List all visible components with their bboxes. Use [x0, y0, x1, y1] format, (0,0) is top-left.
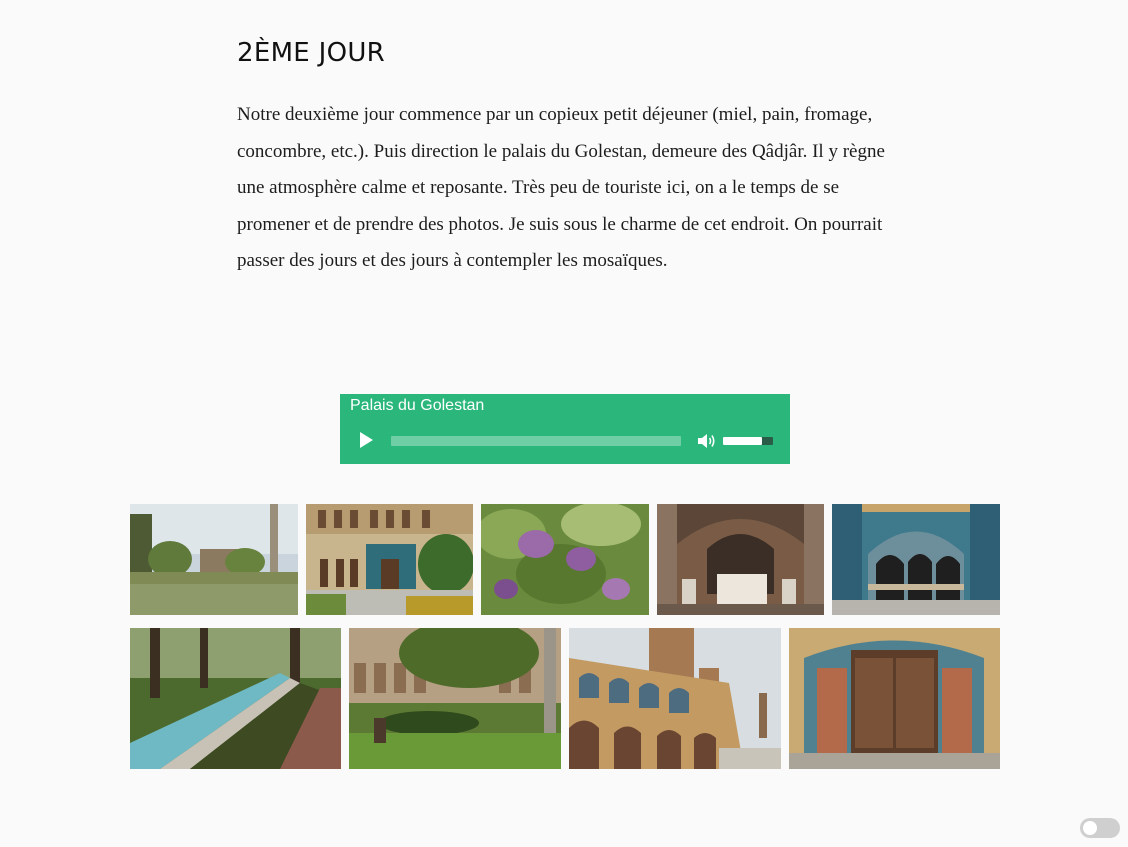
palace-facade-photo[interactable]	[306, 504, 473, 615]
audio-title: Palais du Golestan	[350, 397, 485, 414]
carved-throne-hall-photo[interactable]	[657, 504, 824, 615]
volume-slider[interactable]	[723, 437, 773, 445]
theme-toggle[interactable]	[1080, 818, 1120, 838]
tiled-arcade-photo[interactable]	[832, 504, 1000, 615]
play-icon[interactable]	[360, 432, 373, 448]
garden-water-channel-photo[interactable]	[130, 628, 341, 769]
audio-progress-bar[interactable]	[391, 436, 681, 446]
palace-garden-trees-photo[interactable]	[349, 628, 561, 769]
lilac-flowers-photo[interactable]	[481, 504, 649, 615]
page-heading: 2ÈME JOUR	[237, 38, 386, 68]
wind-tower-building-photo[interactable]	[569, 628, 781, 769]
toggle-knob	[1083, 821, 1097, 835]
volume-icon[interactable]	[697, 432, 717, 450]
tiled-wooden-door-photo[interactable]	[789, 628, 1000, 769]
volume-level	[723, 437, 762, 445]
intro-paragraph: Notre deuxième jour commence par un copi…	[237, 104, 885, 271]
garden-pool-photo[interactable]	[130, 504, 298, 615]
audio-player: Palais du Golestan	[340, 394, 790, 464]
